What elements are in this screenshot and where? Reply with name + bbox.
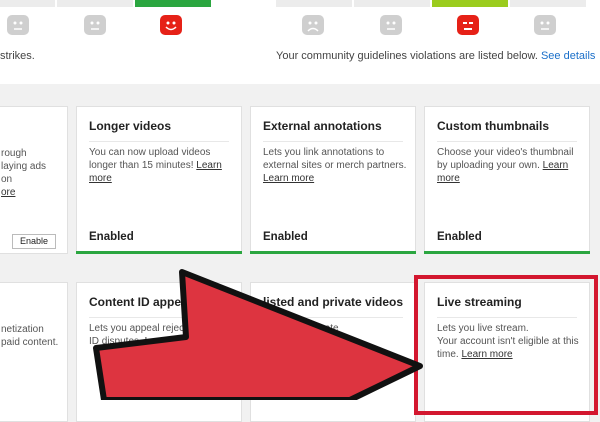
arrow-icon bbox=[93, 269, 423, 400]
